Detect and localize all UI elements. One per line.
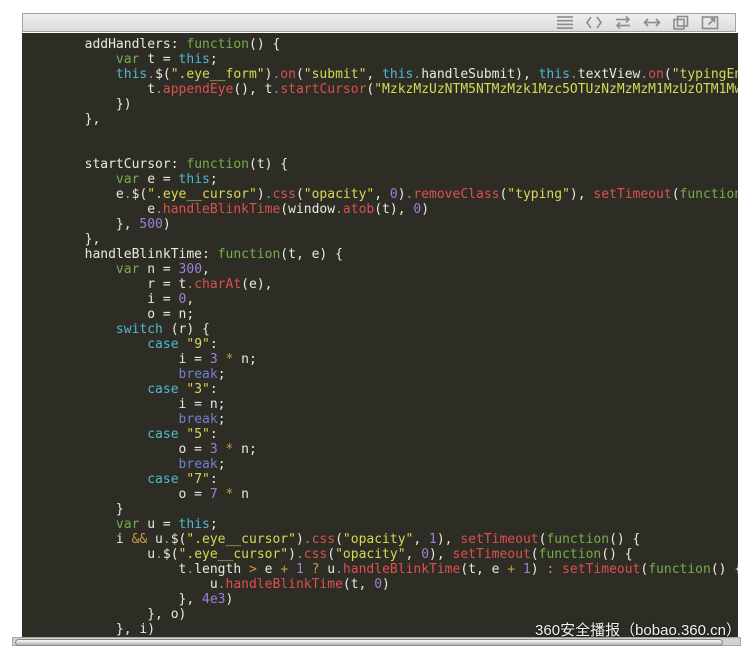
code-line: startCursor: function(t) { — [22, 157, 289, 172]
code-line: case "5": — [147, 427, 218, 442]
copy-icon[interactable] — [672, 15, 690, 30]
code-line: case "7": — [147, 472, 218, 487]
open-external-icon[interactable] — [701, 15, 719, 30]
code-line: u.$(".eye__cursor").css("opacity", 0), s… — [22, 547, 633, 562]
code-icon[interactable] — [585, 15, 603, 30]
code-line: }, — [22, 112, 101, 127]
watermark-text: 360安全播报（bobao.360.cn） — [535, 622, 741, 639]
code-line: break; — [178, 457, 226, 472]
code-line: break; — [178, 412, 226, 427]
code-line: e.handleBlinkTime(window.atob(t), 0) — [22, 202, 430, 217]
code-editor-viewport[interactable]: addHandlers: function() { var t = this; … — [22, 33, 738, 637]
code-line: o = 7 * n — [22, 487, 249, 502]
code-line: switch (r) { — [115, 322, 210, 337]
code-line: break; — [178, 367, 226, 382]
page: addHandlers: function() { var t = this; … — [0, 0, 745, 651]
code-line: i = n; — [22, 397, 226, 412]
code-line: }, 500) — [22, 217, 171, 232]
code-line: case "9": — [147, 337, 218, 352]
code-line: i && u.$(".eye__cursor").css("opacity", … — [22, 532, 641, 547]
code-line: var n = 300, — [115, 262, 210, 277]
code-line: i = 0, — [22, 292, 195, 307]
code-line: t.length > e + 1 ? u.handleBlinkTime(t, … — [22, 562, 738, 577]
code-line: var u = this; — [115, 517, 218, 532]
menu-icon[interactable] — [556, 15, 574, 30]
code-line: o = 3 * n; — [22, 442, 257, 457]
code-line: }) — [22, 97, 132, 112]
code-widget-toolbar — [22, 13, 736, 32]
code-line: var e = this; — [115, 172, 218, 187]
code-line: u.handleBlinkTime(t, 0) — [22, 577, 390, 592]
wrap-lines-icon[interactable] — [614, 15, 632, 30]
code-line: case "3": — [147, 382, 218, 397]
code-line: t.appendEye(), t.startCursor("MzkzMzUzNT… — [22, 82, 738, 97]
code-line: addHandlers: function() { — [22, 37, 281, 52]
code-line: }, 4e3) — [22, 592, 234, 607]
horizontal-resize-icon[interactable] — [643, 15, 661, 30]
code-line: r = t.charAt(e), — [22, 277, 273, 292]
code-line: i = 3 * n; — [22, 352, 257, 367]
code-line: var t = this; — [115, 52, 218, 67]
code-line: handleBlinkTime: function(t, e) { — [22, 247, 343, 262]
code-line: this.$(".eye__form").on("submit", this.h… — [115, 67, 738, 82]
code-line: e.$(".eye__cursor").css("opacity", 0).re… — [22, 187, 738, 202]
code-line: }, — [22, 232, 101, 247]
code-line: } — [22, 502, 124, 517]
code-line: o = n; — [22, 307, 195, 322]
